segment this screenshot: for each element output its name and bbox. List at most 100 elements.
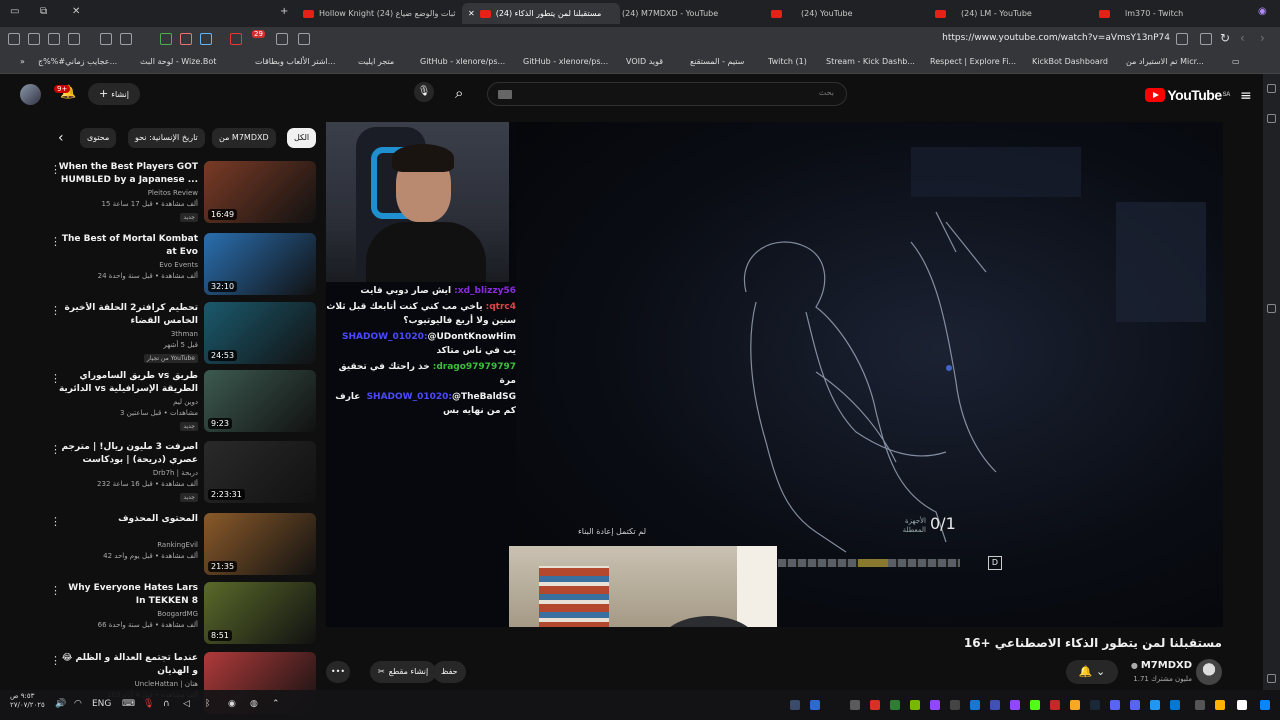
- rec-thumbnail[interactable]: 2:23:31: [204, 441, 316, 503]
- bookmark-item[interactable]: GitHub - xlenore/ps...: [420, 57, 505, 66]
- bookmark-item[interactable]: KickBot Dashboard: [1032, 57, 1108, 66]
- bluetooth-icon[interactable]: ᛒ: [205, 699, 210, 709]
- recommendation-item[interactable]: ⋮ اصرفت 3 مليون ريال! | مترجم عصري (دريحة…: [44, 441, 316, 509]
- recommendation-item[interactable]: ⋮ Why Everyone Hates Lars In TEKKEN 8 Boog…: [44, 582, 316, 650]
- extension-icon[interactable]: [160, 33, 172, 45]
- forward-icon[interactable]: ‹: [1240, 31, 1245, 45]
- taskbar-app-icon[interactable]: [1110, 700, 1120, 710]
- taskbar-app-icon[interactable]: [810, 700, 820, 710]
- clip-button[interactable]: ✂ إنشاء مقطع: [370, 661, 437, 683]
- headphones-icon[interactable]: ∩: [163, 699, 170, 709]
- mic-icon[interactable]: 🎙: [143, 699, 154, 709]
- chip-all[interactable]: الكل: [287, 128, 317, 148]
- recommendation-item[interactable]: ⋮ تحطيم كرافتر2 الحلقة الأخيرة الخامس الق…: [44, 302, 316, 370]
- taskbar-app-icon[interactable]: [1215, 700, 1225, 710]
- app-tray-icon[interactable]: ◉: [228, 699, 236, 709]
- browser-menu-icon[interactable]: ◉: [1258, 6, 1267, 17]
- reader-icon[interactable]: [68, 33, 80, 45]
- bookmark-icon[interactable]: [1200, 33, 1212, 45]
- rec-thumbnail[interactable]: 21:35: [204, 513, 316, 575]
- recommendation-item[interactable]: ⋮ When the Best Players GOT HUMBLED by a …: [44, 161, 316, 229]
- side-panel-icon[interactable]: [1267, 114, 1276, 123]
- rec-channel[interactable]: RankingEvil: [48, 541, 198, 549]
- close-tab-icon[interactable]: ✕: [468, 9, 475, 18]
- taskbar-app-icon[interactable]: [1150, 700, 1160, 710]
- rec-channel[interactable]: Drb7h | دربحة: [48, 469, 198, 477]
- more-actions-icon[interactable]: •••: [326, 661, 350, 683]
- tab-actions-icon[interactable]: ▭: [10, 6, 19, 17]
- create-button[interactable]: + إنشاء: [88, 83, 140, 105]
- bookmark-item[interactable]: VOID قويد: [626, 57, 663, 66]
- pin-icon[interactable]: [28, 33, 40, 45]
- discord-tray-icon[interactable]: ◍: [250, 699, 258, 709]
- search-icon[interactable]: ⌕: [455, 84, 463, 102]
- bookmark-item[interactable]: متجر ايليت: [358, 57, 394, 66]
- rec-channel[interactable]: UncleHattan | هتان: [48, 680, 198, 688]
- bookmarks-overflow-icon[interactable]: »: [20, 57, 25, 66]
- side-panel-icon[interactable]: [1267, 674, 1276, 683]
- channel-avatar[interactable]: [1196, 659, 1222, 685]
- bookmark-item[interactable]: GitHub - xlenore/ps...: [523, 57, 608, 66]
- close-icon[interactable]: ✕: [72, 6, 80, 17]
- undo-icon[interactable]: [276, 33, 288, 45]
- bookmark-item[interactable]: Stream - Kick Dashb...: [826, 57, 915, 66]
- keyboard-icon[interactable]: ⌨: [122, 699, 135, 709]
- taskbar-app-icon[interactable]: [1030, 700, 1040, 710]
- rec-thumbnail[interactable]: 16:49: [204, 161, 316, 223]
- browser-tab[interactable]: (24) M7MDXD - YouTube: [622, 3, 772, 24]
- search-input[interactable]: بحث: [487, 82, 847, 106]
- extension-icon[interactable]: [180, 33, 192, 45]
- bookmark-item[interactable]: اشتر الألعاب وبطاقات...: [255, 57, 335, 66]
- start-icon[interactable]: [1260, 700, 1270, 710]
- browser-tab[interactable]: lm370 - Twitch: [1094, 3, 1244, 24]
- wifi-icon[interactable]: ◠: [74, 699, 82, 709]
- video-player[interactable]: xd_blizzy56:ايش صار دوبي فايت qtrc4:ياخي …: [326, 122, 1223, 627]
- chevron-left-icon[interactable]: ‹: [58, 130, 64, 146]
- taskbar-app-icon[interactable]: [1170, 700, 1180, 710]
- bookmark-item[interactable]: لوحة البث - Wize.Bot: [140, 57, 216, 66]
- subscribed-bell-button[interactable]: 🔔 ⌄: [1066, 660, 1118, 684]
- rec-channel[interactable]: دوين ليم: [48, 398, 198, 406]
- share-icon[interactable]: [1176, 33, 1188, 45]
- taskbar-clock[interactable]: ٩:٥٣ ص ٢٧/٠٧/٢٠٢٥: [10, 692, 45, 710]
- screen-icon[interactable]: [298, 33, 310, 45]
- rec-channel[interactable]: Evo Events: [48, 261, 198, 269]
- recommendation-item[interactable]: ⋮ المحتوى المحذوف RankingEvil 42 ألف مشاهدة…: [44, 513, 316, 581]
- taskbar-app-icon[interactable]: [1130, 700, 1140, 710]
- address-bar[interactable]: https://www.youtube.com/watch?v=aVmsY13n…: [900, 33, 1170, 43]
- rec-channel[interactable]: BoogardMG: [48, 610, 198, 618]
- browser-tab[interactable]: (24) YouTube: [766, 3, 916, 24]
- avatar[interactable]: [20, 84, 41, 105]
- bookmark-item[interactable]: عجايب زماني#%%ج...: [38, 57, 117, 66]
- taskbar-app-icon[interactable]: [1195, 700, 1205, 710]
- mic-icon[interactable]: 🎙: [414, 82, 434, 102]
- taskbar-app-icon[interactable]: [850, 700, 860, 710]
- taskbar-app-icon[interactable]: [930, 700, 940, 710]
- taskbar-app-icon[interactable]: [1237, 700, 1247, 710]
- browser-tab[interactable]: Hollow Knight (24) ثبات والوضع ضياع: [298, 3, 460, 24]
- workspace-icon[interactable]: ⧉: [40, 6, 47, 17]
- keyboard-icon[interactable]: [498, 90, 512, 99]
- extension-icon[interactable]: [200, 33, 212, 45]
- taskbar-app-icon[interactable]: [890, 700, 900, 710]
- recommendation-item[interactable]: ⋮ طريق الساموراي vs طريق الدائرية vs الطر…: [44, 370, 316, 438]
- menu-icon[interactable]: ≡: [1240, 88, 1252, 104]
- save-button[interactable]: حفظ: [433, 661, 466, 683]
- rec-thumbnail[interactable]: 9:23: [204, 370, 316, 432]
- taskbar-app-icon[interactable]: [970, 700, 980, 710]
- side-panel-icon[interactable]: [1267, 84, 1276, 93]
- reload-icon[interactable]: ↻: [1220, 31, 1230, 45]
- taskbar-app-icon[interactable]: [1010, 700, 1020, 710]
- rec-channel[interactable]: Pleitos Review: [48, 189, 198, 197]
- taskbar-app-icon[interactable]: [910, 700, 920, 710]
- extension-icon[interactable]: [120, 33, 132, 45]
- rec-thumbnail[interactable]: 24:53: [204, 302, 316, 364]
- bookmark-item[interactable]: Twitch (1): [768, 57, 807, 66]
- vpn-icon[interactable]: [230, 33, 242, 45]
- youtube-logo[interactable]: YouTube SA: [1145, 87, 1231, 103]
- browser-tab[interactable]: (24) LM - YouTube: [930, 3, 1080, 24]
- taskbar-app-icon[interactable]: [870, 700, 880, 710]
- folder-icon[interactable]: ▭: [1232, 57, 1240, 66]
- browser-tab-active[interactable]: ✕ (24) مستقبلنا لمن يتطور الذكاء: [462, 3, 620, 24]
- taskbar-app-icon[interactable]: [950, 700, 960, 710]
